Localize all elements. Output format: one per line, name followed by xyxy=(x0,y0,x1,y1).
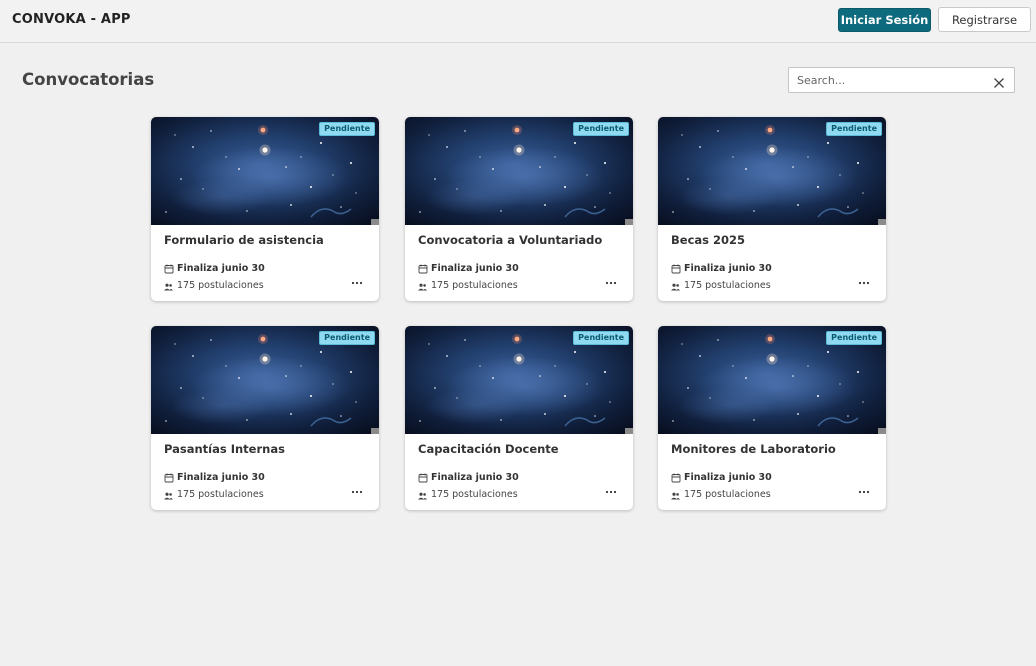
card-deadline: Finaliza junio 30 xyxy=(671,262,772,274)
card-applicants: 175 postulaciones xyxy=(418,279,518,291)
deadline-text: Finaliza junio 30 xyxy=(431,262,519,274)
card-title[interactable]: Monitores de Laboratorio xyxy=(671,442,836,456)
more-horizontal-icon[interactable] xyxy=(349,486,365,498)
status-badge: Pendiente xyxy=(826,331,882,345)
status-badge: Pendiente xyxy=(319,122,375,136)
opportunity-card[interactable]: Pendiente Pasantías Internas Finaliza ju… xyxy=(151,326,379,510)
app-brand: CONVOKA - APP xyxy=(12,12,131,27)
card-applicants: 175 postulaciones xyxy=(164,488,264,500)
people-icon xyxy=(418,276,427,295)
more-horizontal-icon[interactable] xyxy=(856,277,872,289)
opportunity-card[interactable]: Pendiente Becas 2025 Finaliza junio 30 1… xyxy=(658,117,886,301)
close-icon[interactable] xyxy=(993,74,1005,88)
deadline-text: Finaliza junio 30 xyxy=(684,262,772,274)
top-bar: CONVOKA - APP Iniciar Sesión Registrarse xyxy=(0,0,1036,43)
card-deadline: Finaliza junio 30 xyxy=(418,262,519,274)
card-applicants: 175 postulaciones xyxy=(164,279,264,291)
status-badge: Pendiente xyxy=(319,331,375,345)
people-icon xyxy=(418,485,427,504)
applicants-text: 175 postulaciones xyxy=(431,279,518,291)
deadline-text: Finaliza junio 30 xyxy=(684,471,772,483)
opportunity-card[interactable]: Pendiente Monitores de Laboratorio Final… xyxy=(658,326,886,510)
opportunity-card[interactable]: Pendiente Formulario de asistencia Final… xyxy=(151,117,379,301)
card-deadline: Finaliza junio 30 xyxy=(164,262,265,274)
register-button[interactable]: Registrarse xyxy=(938,7,1031,32)
opportunity-card[interactable]: Pendiente Capacitación Docente Finaliza … xyxy=(405,326,633,510)
more-horizontal-icon[interactable] xyxy=(603,277,619,289)
card-deadline: Finaliza junio 30 xyxy=(671,471,772,483)
people-icon xyxy=(671,276,680,295)
more-horizontal-icon[interactable] xyxy=(349,277,365,289)
people-icon xyxy=(671,485,680,504)
people-icon xyxy=(164,485,173,504)
card-title[interactable]: Pasantías Internas xyxy=(164,442,285,456)
card-title[interactable]: Becas 2025 xyxy=(671,233,745,247)
applicants-text: 175 postulaciones xyxy=(431,488,518,500)
card-applicants: 175 postulaciones xyxy=(418,488,518,500)
deadline-text: Finaliza junio 30 xyxy=(177,471,265,483)
more-horizontal-icon[interactable] xyxy=(856,486,872,498)
applicants-text: 175 postulaciones xyxy=(177,488,264,500)
applicants-text: 175 postulaciones xyxy=(177,279,264,291)
card-applicants: 175 postulaciones xyxy=(671,279,771,291)
search-box xyxy=(788,67,1015,93)
more-horizontal-icon[interactable] xyxy=(603,486,619,498)
status-badge: Pendiente xyxy=(573,331,629,345)
card-applicants: 175 postulaciones xyxy=(671,488,771,500)
page-title: Convocatorias xyxy=(22,70,155,89)
card-title[interactable]: Formulario de asistencia xyxy=(164,233,324,247)
login-button[interactable]: Iniciar Sesión xyxy=(838,8,931,32)
card-title[interactable]: Capacitación Docente xyxy=(418,442,559,456)
opportunity-card[interactable]: Pendiente Convocatoria a Voluntariado Fi… xyxy=(405,117,633,301)
deadline-text: Finaliza junio 30 xyxy=(177,262,265,274)
search-input[interactable] xyxy=(797,71,987,89)
card-title[interactable]: Convocatoria a Voluntariado xyxy=(418,233,602,247)
people-icon xyxy=(164,276,173,295)
deadline-text: Finaliza junio 30 xyxy=(431,471,519,483)
card-deadline: Finaliza junio 30 xyxy=(164,471,265,483)
applicants-text: 175 postulaciones xyxy=(684,488,771,500)
status-badge: Pendiente xyxy=(573,122,629,136)
applicants-text: 175 postulaciones xyxy=(684,279,771,291)
status-badge: Pendiente xyxy=(826,122,882,136)
card-deadline: Finaliza junio 30 xyxy=(418,471,519,483)
